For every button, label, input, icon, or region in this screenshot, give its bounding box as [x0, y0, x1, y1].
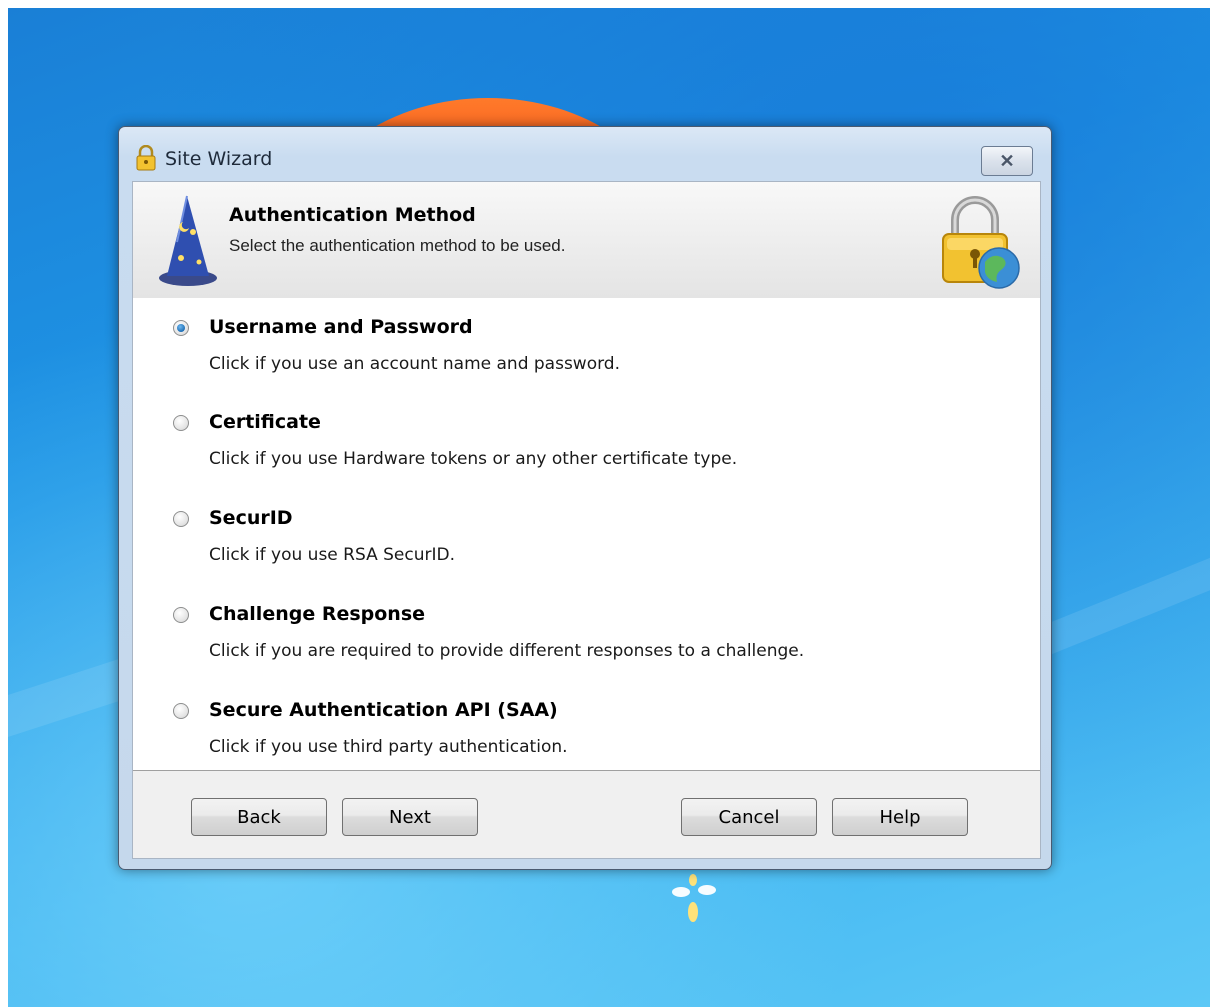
close-icon: ✕ — [999, 150, 1015, 171]
next-button[interactable]: Next — [342, 798, 478, 836]
radio-username-password[interactable] — [173, 320, 189, 336]
option-label: Challenge Response — [209, 603, 426, 625]
option-label: Certificate — [209, 411, 321, 433]
option-username-password[interactable]: Username and Password Click if you use a… — [173, 308, 993, 388]
cancel-button[interactable]: Cancel — [681, 798, 817, 836]
option-label: SecurID — [209, 507, 293, 529]
radio-securid[interactable] — [173, 511, 189, 527]
auth-options-panel: Username and Password Click if you use a… — [133, 298, 1040, 771]
help-button[interactable]: Help — [832, 798, 968, 836]
option-description: Click if you are required to provide dif… — [209, 641, 805, 661]
radio-certificate[interactable] — [173, 415, 189, 431]
wizard-hat-icon — [159, 195, 217, 286]
option-securid[interactable]: SecurID Click if you use RSA SecurID. — [173, 499, 993, 579]
close-button[interactable]: ✕ — [981, 146, 1033, 176]
header-title: Authentication Method — [229, 204, 476, 226]
lock-globe-icon — [942, 196, 1020, 289]
option-certificate[interactable]: Certificate Click if you use Hardware to… — [173, 403, 993, 483]
option-label: Secure Authentication API (SAA) — [209, 699, 558, 721]
title-bar[interactable]: Site Wizard ✕ — [119, 127, 1051, 181]
windows-logo-icon — [672, 874, 716, 922]
radio-saa[interactable] — [173, 703, 189, 719]
option-description: Click if you use third party authenticat… — [209, 737, 568, 757]
option-description: Click if you use RSA SecurID. — [209, 545, 455, 565]
site-wizard-window: Site Wizard ✕ Authentication Method Sele… — [118, 126, 1052, 870]
option-description: Click if you use an account name and pas… — [209, 354, 620, 374]
header-subtitle: Select the authentication method to be u… — [229, 236, 566, 255]
option-saa[interactable]: Secure Authentication API (SAA) Click if… — [173, 691, 993, 771]
option-challenge-response[interactable]: Challenge Response Click if you are requ… — [173, 595, 993, 675]
option-description: Click if you use Hardware tokens or any … — [209, 449, 738, 469]
window-title: Site Wizard — [165, 148, 273, 170]
back-button[interactable]: Back — [191, 798, 327, 836]
radio-challenge-response[interactable] — [173, 607, 189, 623]
option-label: Username and Password — [209, 316, 473, 338]
dialog-client-area: Authentication Method Select the authent… — [132, 181, 1041, 859]
wizard-header: Authentication Method Select the authent… — [133, 182, 1040, 299]
padlock-icon — [136, 145, 156, 171]
